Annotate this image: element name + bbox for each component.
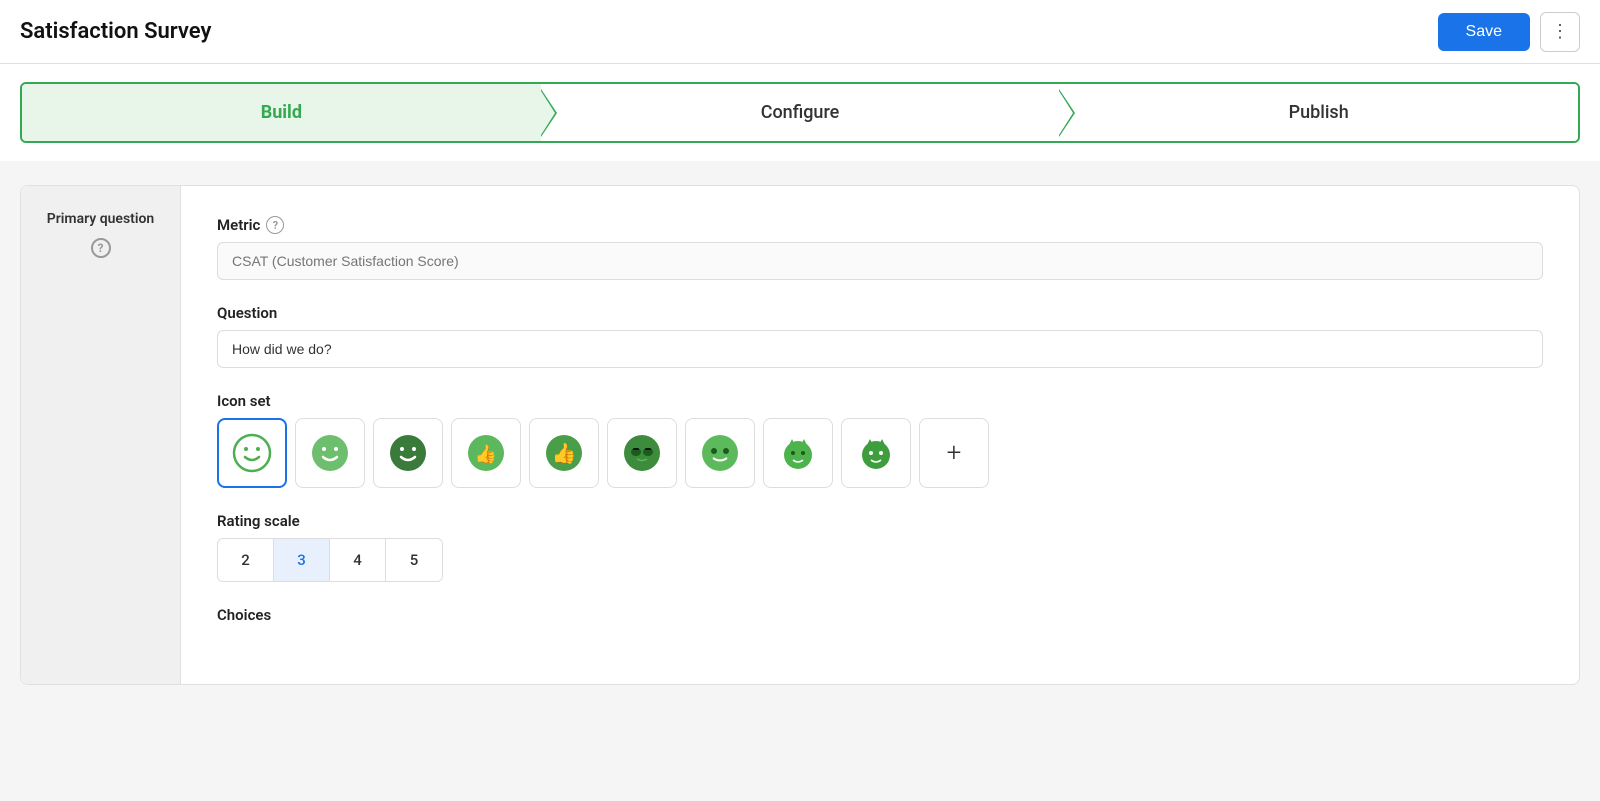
metric-group: Metric ? [217, 216, 1543, 280]
main-content: Primary question ? Metric ? Question [0, 161, 1600, 709]
choices-group: Choices [217, 606, 1543, 624]
step-build[interactable]: Build [22, 84, 541, 141]
content-card: Primary question ? Metric ? Question [20, 185, 1580, 685]
svg-text:👍: 👍 [475, 443, 497, 465]
question-input[interactable] [217, 330, 1543, 368]
choices-label: Choices [217, 606, 1543, 624]
more-options-button[interactable]: ⋮ [1540, 12, 1580, 52]
rating-scale-group: Rating scale 2345 [217, 512, 1543, 582]
rating-scale-label: Rating scale [217, 512, 1543, 530]
sidebar-primary-question-label: Primary question [47, 210, 154, 230]
sidebar-help-icon[interactable]: ? [91, 238, 111, 258]
icon-item-smiley-outline[interactable] [217, 418, 287, 488]
icon-item-cat-2[interactable] [841, 418, 911, 488]
metric-input[interactable] [217, 242, 1543, 280]
step-publish[interactable]: Publish [1059, 84, 1578, 141]
form-area: Metric ? Question Icon set 👍 👍 + [181, 186, 1579, 684]
step-build-label: Build [261, 102, 302, 123]
rating-item-2[interactable]: 2 [218, 539, 274, 581]
svg-text:👍: 👍 [552, 441, 577, 465]
icon-item-monster-sunglasses[interactable] [607, 418, 677, 488]
icon-item-monster-cool[interactable] [685, 418, 755, 488]
rating-item-4[interactable]: 4 [330, 539, 386, 581]
metric-label: Metric ? [217, 216, 1543, 234]
steps-container: Build Configure Publish [0, 64, 1600, 161]
step-configure-label: Configure [761, 102, 840, 123]
icon-item-smiley-filled[interactable] [295, 418, 365, 488]
question-group: Question [217, 304, 1543, 368]
metric-help-icon[interactable]: ? [266, 216, 284, 234]
icon-set-grid: 👍 👍 + [217, 418, 1543, 488]
icon-item-thumbs-medium[interactable]: 👍 [529, 418, 599, 488]
icon-item-smiley-dark[interactable] [373, 418, 443, 488]
icon-item-thumbs-small[interactable]: 👍 [451, 418, 521, 488]
step-publish-label: Publish [1289, 102, 1349, 123]
rating-scale: 2345 [217, 538, 443, 582]
header: Satisfaction Survey Save ⋮ [0, 0, 1600, 64]
steps-nav: Build Configure Publish [20, 82, 1580, 143]
header-actions: Save ⋮ [1438, 12, 1580, 52]
step-configure[interactable]: Configure [541, 84, 1060, 141]
icon-item-add[interactable]: + [919, 418, 989, 488]
save-button[interactable]: Save [1438, 13, 1530, 51]
icon-set-label: Icon set [217, 392, 1543, 410]
icon-item-cat-1[interactable] [763, 418, 833, 488]
rating-item-3[interactable]: 3 [274, 539, 330, 581]
more-icon: ⋮ [1551, 21, 1569, 42]
page-title: Satisfaction Survey [20, 19, 211, 44]
sidebar: Primary question ? [21, 186, 181, 684]
rating-item-5[interactable]: 5 [386, 539, 442, 581]
icon-set-group: Icon set 👍 👍 + [217, 392, 1543, 488]
question-label: Question [217, 304, 1543, 322]
